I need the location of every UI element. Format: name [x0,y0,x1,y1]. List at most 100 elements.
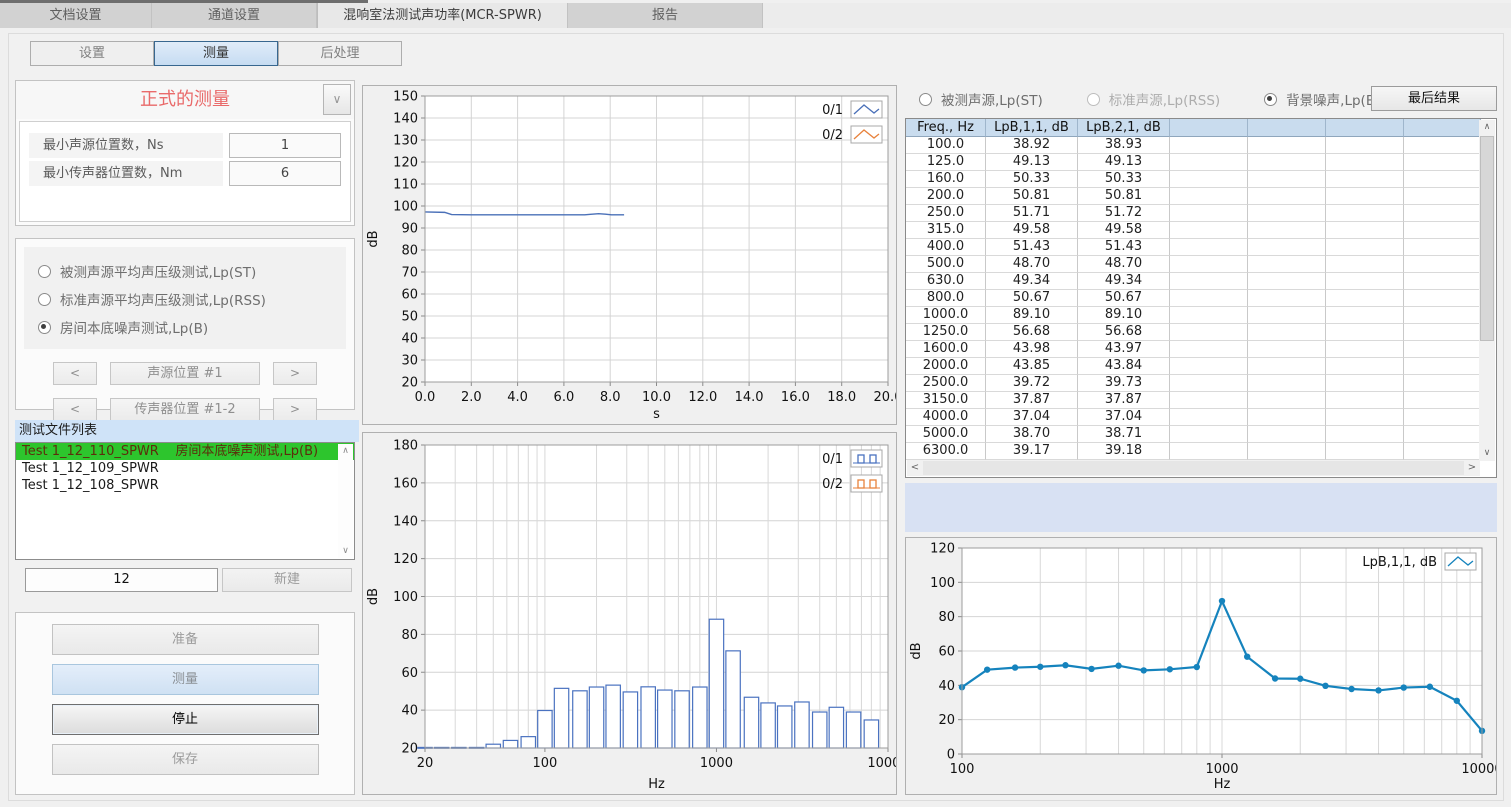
table-cell[interactable] [1170,290,1248,307]
table-cell[interactable] [1248,256,1326,273]
tab-postprocess[interactable]: 后处理 [278,41,402,66]
table-cell[interactable]: 38.70 [986,426,1078,443]
radio-icon[interactable] [38,293,51,306]
table-row[interactable]: 800.050.6750.67 [906,290,1496,307]
table-cell[interactable] [1404,426,1481,443]
table-cell[interactable]: 49.13 [1078,154,1170,171]
table-cell[interactable]: 3150.0 [906,392,986,409]
table-cell[interactable] [1326,205,1404,222]
table-cell[interactable]: 1250.0 [906,324,986,341]
table-cell[interactable] [1326,273,1404,290]
table-row[interactable]: 1000.089.1089.10 [906,307,1496,324]
table-cell[interactable]: 50.67 [1078,290,1170,307]
top-tab-2[interactable]: 混响室法测试声功率(MCR-SPWR) [317,3,568,28]
table-cell[interactable] [1248,341,1326,358]
next-position-button[interactable]: > [273,362,317,385]
table-cell[interactable]: 49.34 [1078,273,1170,290]
table-cell[interactable]: 500.0 [906,256,986,273]
table-cell[interactable] [1404,154,1481,171]
table-header-cell[interactable] [1404,119,1481,137]
table-cell[interactable] [1248,392,1326,409]
table-cell[interactable] [1404,239,1481,256]
table-cell[interactable] [1404,171,1481,188]
table-cell[interactable]: 125.0 [906,154,986,171]
table-cell[interactable] [1170,409,1248,426]
table-row[interactable]: 125.049.1349.13 [906,154,1496,171]
table-row[interactable]: 2500.039.7239.73 [906,375,1496,392]
table-row[interactable]: 315.049.5849.58 [906,222,1496,239]
table-cell[interactable] [1170,443,1248,460]
table-row[interactable]: 4000.037.0437.04 [906,409,1496,426]
table-cell[interactable]: 43.98 [986,341,1078,358]
table-cell[interactable] [1404,137,1481,154]
param-input[interactable]: 1 [229,133,341,158]
top-tab-1[interactable]: 通道设置 [152,3,317,28]
table-cell[interactable] [1404,358,1481,375]
scroll-right-icon[interactable]: > [1464,460,1480,476]
table-cell[interactable]: 43.84 [1078,358,1170,375]
table-cell[interactable] [1248,273,1326,290]
table-header-cell[interactable] [1170,119,1248,137]
table-row[interactable]: 1250.056.6856.68 [906,324,1496,341]
test-mode-radio-0[interactable]: 被测声源平均声压级测试,Lp(ST) [24,257,346,285]
table-cell[interactable]: 4000.0 [906,409,986,426]
table-cell[interactable]: 43.97 [1078,341,1170,358]
table-cell[interactable] [1326,324,1404,341]
table-cell[interactable] [1170,358,1248,375]
next-position-button[interactable]: > [273,398,317,421]
table-cell[interactable] [1248,375,1326,392]
table-cell[interactable]: 1000.0 [906,307,986,324]
table-cell[interactable]: 50.33 [1078,171,1170,188]
table-row[interactable]: 500.048.7048.70 [906,256,1496,273]
table-cell[interactable]: 39.18 [1078,443,1170,460]
table-cell[interactable] [1326,307,1404,324]
table-cell[interactable] [1248,205,1326,222]
table-horizontal-scrollbar[interactable]: < > [907,460,1480,476]
table-cell[interactable] [1170,154,1248,171]
table-cell[interactable] [1404,205,1481,222]
table-cell[interactable] [1404,188,1481,205]
result-source-radio-2[interactable]: 背景噪声,Lp(B) [1250,85,1380,113]
table-cell[interactable]: 50.81 [986,188,1078,205]
table-row[interactable]: 100.038.9238.93 [906,137,1496,154]
table-cell[interactable] [1170,222,1248,239]
table-cell[interactable] [1170,239,1248,256]
scroll-down-icon[interactable]: ∨ [338,544,353,558]
table-cell[interactable] [1248,358,1326,375]
scroll-down-icon[interactable]: ∨ [1479,446,1495,461]
file-list-item[interactable]: Test 1_12_108_SPWR [16,477,354,494]
chevron-down-icon[interactable]: ∨ [323,84,351,115]
table-cell[interactable] [1404,256,1481,273]
scroll-left-icon[interactable]: < [907,460,923,476]
table-row[interactable]: 160.050.3350.33 [906,171,1496,188]
table-cell[interactable] [1248,290,1326,307]
table-cell[interactable]: 2000.0 [906,358,986,375]
table-cell[interactable]: 89.10 [986,307,1078,324]
table-cell[interactable] [1326,137,1404,154]
table-cell[interactable]: 89.10 [1078,307,1170,324]
table-cell[interactable]: 37.87 [986,392,1078,409]
table-cell[interactable] [1326,154,1404,171]
scroll-up-icon[interactable]: ∧ [1479,120,1495,135]
table-cell[interactable] [1170,307,1248,324]
table-row[interactable]: 400.051.4351.43 [906,239,1496,256]
result-source-radio-0[interactable]: 被测声源,Lp(ST) [905,85,1043,113]
table-cell[interactable] [1404,307,1481,324]
table-cell[interactable]: 38.93 [1078,137,1170,154]
table-cell[interactable]: 6300.0 [906,443,986,460]
file-list-scrollbar[interactable]: ∧ ∨ [338,444,353,558]
table-row[interactable]: 200.050.8150.81 [906,188,1496,205]
table-cell[interactable]: 37.04 [986,409,1078,426]
table-cell[interactable]: 160.0 [906,171,986,188]
save-button[interactable]: 保存 [52,744,319,775]
table-cell[interactable] [1248,324,1326,341]
table-cell[interactable] [1326,188,1404,205]
table-cell[interactable] [1326,341,1404,358]
tab-settings[interactable]: 设置 [30,41,154,66]
table-header-cell[interactable]: LpB,2,1, dB [1078,119,1170,137]
table-cell[interactable]: 49.13 [986,154,1078,171]
table-cell[interactable]: 100.0 [906,137,986,154]
table-cell[interactable]: 315.0 [906,222,986,239]
table-cell[interactable]: 39.17 [986,443,1078,460]
radio-icon[interactable] [919,93,932,106]
